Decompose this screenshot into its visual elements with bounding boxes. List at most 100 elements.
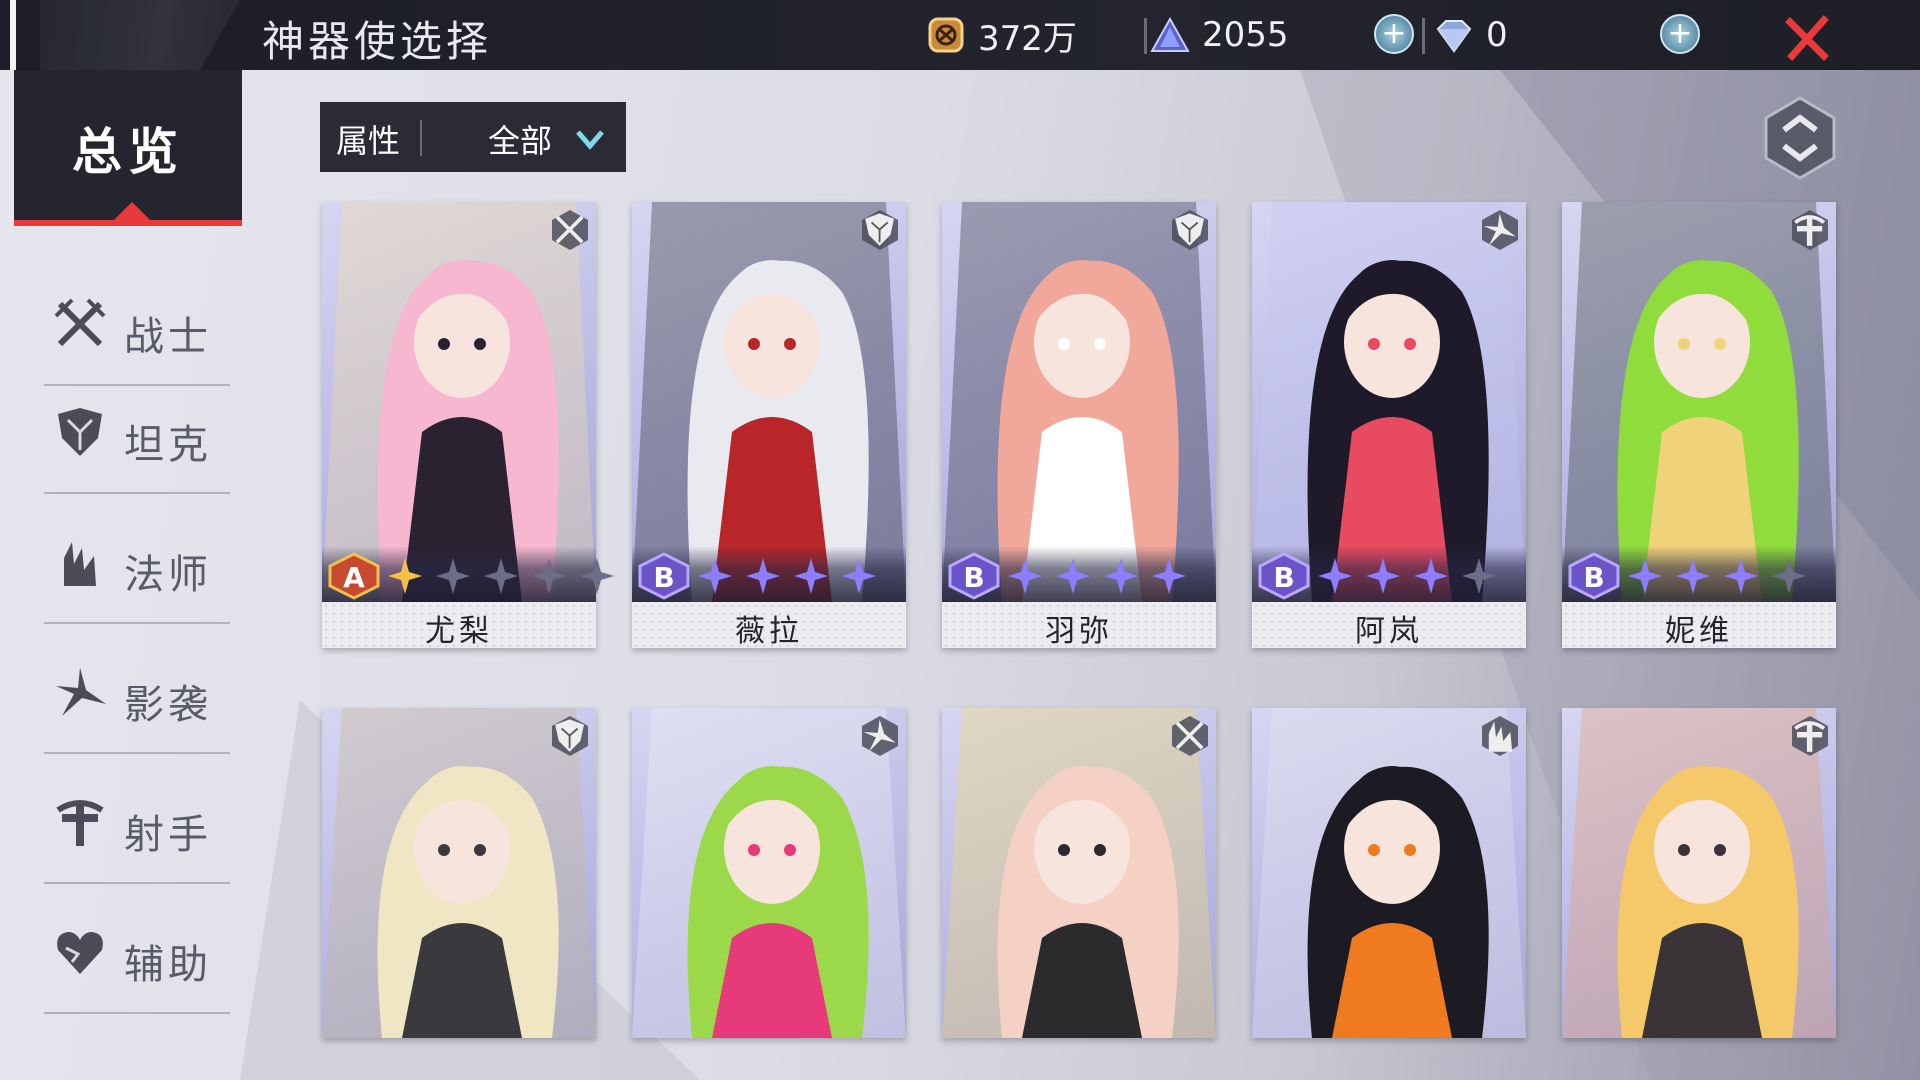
star-empty-icon: [1772, 558, 1806, 594]
crystal-amount: 2055: [1202, 15, 1289, 55]
selected-underline: [14, 220, 242, 226]
tab-tank[interactable]: 坦克: [44, 374, 230, 494]
flame-staff-icon: [1482, 716, 1518, 756]
grade-badge: B: [638, 552, 690, 600]
character-name: 妮维: [1665, 614, 1733, 649]
add-crystal-button[interactable]: +: [1374, 14, 1414, 54]
shuriken-icon: [862, 716, 898, 756]
divider: [44, 1012, 230, 1014]
grade-badge: B: [1258, 552, 1310, 600]
grade-badge: B: [948, 552, 1000, 600]
tab-warrior-label: 战士: [124, 314, 212, 360]
crossed-swords-icon: [1172, 716, 1208, 756]
shield-icon: [552, 716, 588, 756]
grade-letter: B: [1273, 561, 1294, 594]
star-filled-icon: [746, 558, 780, 594]
star-filled-icon: [1724, 558, 1758, 594]
star-filled-icon: [1676, 558, 1710, 594]
filter-label: 属性: [336, 122, 401, 160]
tab-tank-label: 坦克: [124, 422, 212, 468]
character-name: 羽弥: [1045, 614, 1113, 649]
crosshair-bow-icon: [1792, 716, 1828, 756]
character-card[interactable]: [942, 708, 1216, 1038]
tab-support[interactable]: 辅助: [44, 894, 230, 1014]
character-card[interactable]: [322, 708, 596, 1038]
star-empty-icon: [1462, 558, 1496, 594]
character-portrait: [322, 202, 596, 602]
separator: [1422, 18, 1425, 54]
gold-coin-icon: [924, 13, 968, 57]
add-diamond-button[interactable]: +: [1660, 14, 1700, 54]
character-name: 阿岚: [1355, 614, 1423, 649]
tab-overview-label: 总览: [72, 123, 184, 181]
crosshair-bow-icon: [1792, 210, 1828, 250]
shuriken-icon: [56, 668, 106, 716]
star-filled-icon: [1366, 558, 1400, 594]
tab-support-label: 辅助: [124, 942, 212, 988]
star-filled-icon: [842, 558, 876, 594]
star-filled-icon: [1628, 558, 1662, 594]
tab-warrior[interactable]: 战士: [44, 266, 230, 386]
character-card[interactable]: B 羽弥: [942, 202, 1216, 649]
star-empty-icon: [436, 558, 470, 594]
character-card[interactable]: [1252, 708, 1526, 1038]
star-filled-icon: [698, 558, 732, 594]
character-portrait: [632, 202, 906, 602]
top-bar-chevron: [40, 0, 240, 70]
top-bar: 神器使选择 372万 2055 + 0 +: [0, 0, 1920, 70]
tab-archer[interactable]: 射手: [44, 764, 230, 884]
character-portrait: [1562, 202, 1836, 602]
grade-letter: A: [343, 561, 365, 594]
diamond-icon: [1432, 13, 1476, 57]
shield-icon: [58, 408, 102, 456]
filter-divider: [420, 120, 422, 156]
tab-assassin[interactable]: 影袭: [44, 634, 230, 754]
star-rating: [1626, 556, 1808, 596]
divider: [44, 492, 230, 494]
filter-value: 全部: [488, 122, 553, 160]
crystal-counter: 2055: [1148, 10, 1289, 60]
tab-overview[interactable]: 总览: [14, 70, 242, 226]
divider: [44, 622, 230, 624]
star-filled-icon: [1104, 558, 1138, 594]
star-filled-icon: [1008, 558, 1042, 594]
star-empty-icon: [580, 558, 614, 594]
grade-letter: B: [963, 561, 984, 594]
grade-letter: B: [653, 561, 674, 594]
plus-icon: +: [1667, 16, 1693, 51]
tab-mage[interactable]: 法师: [44, 504, 230, 624]
diamond-counter: 0: [1432, 10, 1508, 60]
flame-staff-icon: [64, 542, 96, 586]
close-x-icon[interactable]: [1784, 14, 1832, 62]
character-card[interactable]: B 妮维: [1562, 202, 1836, 649]
character-portrait: [942, 202, 1216, 602]
attribute-filter-dropdown[interactable]: 属性 全部: [320, 102, 626, 172]
star-rating: [696, 556, 878, 596]
star-rating: [1316, 556, 1498, 596]
character-portrait: [1252, 202, 1526, 602]
crosshair-bow-icon: [56, 800, 104, 846]
character-card[interactable]: B 阿岚: [1252, 202, 1526, 649]
star-rating: [1006, 556, 1188, 596]
star-rating: [386, 556, 616, 596]
crossed-swords-icon: [54, 298, 106, 347]
star-empty-icon: [532, 558, 566, 594]
refresh-icon[interactable]: [1762, 96, 1838, 180]
grade-badge: B: [1568, 552, 1620, 600]
shield-icon: [862, 210, 898, 250]
star-filled-icon: [388, 558, 422, 594]
character-name: 薇拉: [735, 614, 803, 649]
grade-badge: A: [328, 552, 380, 600]
character-card[interactable]: B 薇拉: [632, 202, 906, 649]
divider: [44, 882, 230, 884]
star-filled-icon: [1318, 558, 1352, 594]
star-empty-icon: [484, 558, 518, 594]
character-card[interactable]: A 尤梨: [322, 202, 614, 649]
star-filled-icon: [1152, 558, 1186, 594]
character-card[interactable]: [632, 708, 906, 1038]
shield-icon: [1172, 210, 1208, 250]
crossed-swords-icon: [552, 210, 588, 250]
page-title: 神器使选择: [262, 17, 493, 66]
grade-letter: B: [1583, 561, 1604, 594]
character-card[interactable]: [1562, 708, 1836, 1038]
